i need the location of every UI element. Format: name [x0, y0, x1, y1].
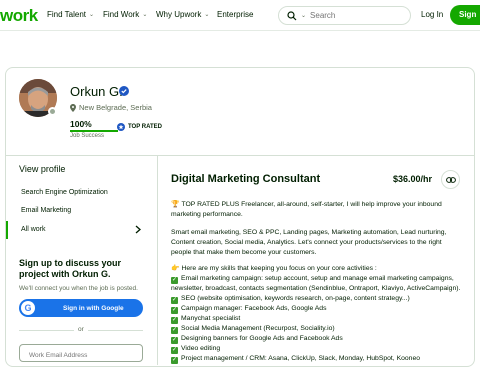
- skill-text: Designing banners for Google Ads and Fac…: [181, 335, 343, 342]
- search-input[interactable]: [310, 11, 401, 20]
- list-item: ✓ Manychat specialist: [171, 314, 461, 324]
- nav-why-upwork[interactable]: Why Upwork ⌄: [156, 10, 209, 19]
- skill-text: Campaign manager: Facebook Ads, Google A…: [181, 305, 327, 312]
- location: New Belgrade, Serbia: [70, 103, 152, 112]
- chevron-right-icon[interactable]: [135, 225, 141, 234]
- intro-text: TOP RATED PLUS Freelancer, all-around, s…: [171, 201, 442, 218]
- login-link[interactable]: Log In: [421, 10, 443, 19]
- chevron-down-icon: ⌄: [89, 12, 95, 18]
- list-item: ✓ Project management / CRM: Asana, ClickU…: [171, 354, 461, 364]
- check-icon: ✓: [171, 307, 178, 314]
- skill-text: Social Media Management (Recurpost, Soci…: [181, 325, 335, 332]
- check-icon: ✓: [171, 317, 178, 324]
- google-signin-label: Sign in with Google: [63, 304, 124, 312]
- location-text: New Belgrade, Serbia: [79, 103, 152, 112]
- check-icon: ✓: [171, 327, 178, 334]
- skill-text: Project management / CRM: Asana, ClickUp…: [181, 355, 421, 362]
- skills-intro-text: Here are my skills that keeping you focu…: [181, 265, 377, 272]
- check-icon: ✓: [171, 297, 178, 304]
- chevron-down-icon[interactable]: ⌄: [301, 12, 306, 19]
- divider: [88, 330, 143, 331]
- trophy-icon: 🏆: [171, 201, 180, 208]
- status-dot: [48, 107, 57, 116]
- google-signin-button[interactable]: G Sign in with Google: [19, 299, 143, 317]
- top-rated-label: TOP RATED: [128, 124, 163, 130]
- nav-label: Why Upwork: [156, 10, 202, 19]
- check-icon: ✓: [171, 277, 178, 284]
- signup-cta-subtitle: We'll connect you when the job is posted…: [19, 285, 138, 292]
- job-success-bar: [70, 130, 118, 132]
- link-icon: [445, 176, 456, 183]
- sidebar-item-all-work[interactable]: All work: [21, 226, 46, 233]
- job-success-percent: 100%: [70, 119, 92, 129]
- check-icon: ✓: [171, 357, 178, 364]
- skill-text: Video editing: [181, 345, 221, 352]
- check-icon: ✓: [171, 347, 178, 354]
- list-item: ✓ Social Media Management (Recurpost, Soc…: [171, 324, 461, 334]
- skill-text: Manychat specialist: [181, 315, 241, 322]
- job-success-fill: [70, 130, 118, 132]
- skills-intro: 👉 Here are my skills that keeping you foc…: [171, 264, 461, 274]
- google-icon: G: [21, 301, 35, 315]
- active-indicator: [6, 221, 8, 239]
- list-item: ✓ Video editing: [171, 344, 461, 354]
- sidebar-item-seo[interactable]: Search Engine Optimization: [21, 189, 108, 196]
- top-rated-icon: [117, 123, 125, 131]
- skill-text: Email marketing campaign: setup account,…: [171, 275, 461, 292]
- or-separator: or: [78, 326, 84, 333]
- divider: [19, 330, 74, 331]
- signup-cta-title: Sign up to discuss your project with Ork…: [19, 258, 122, 279]
- email-field[interactable]: [19, 344, 143, 362]
- list-item: ✓ Campaign manager: Facebook Ads, Google …: [171, 304, 461, 314]
- view-profile-heading: View profile: [19, 164, 66, 174]
- nav-find-work[interactable]: Find Work ⌄: [103, 10, 147, 19]
- chevron-down-icon: ⌄: [204, 12, 210, 18]
- intro-paragraph: 🏆 TOP RATED PLUS Freelancer, all-around, …: [171, 200, 461, 220]
- list-item: ✓ SEO (website optimisation, keywords res…: [171, 294, 461, 304]
- upwork-logo[interactable]: work: [0, 6, 38, 26]
- divider: [5, 155, 475, 156]
- list-item: ✓ Designing banners for Google Ads and Fa…: [171, 334, 461, 344]
- sidebar-item-email-marketing[interactable]: Email Marketing: [21, 207, 71, 214]
- nav-label: Enterprise: [217, 10, 254, 19]
- search-bar[interactable]: ⌄: [278, 6, 411, 25]
- search-icon: [287, 10, 297, 20]
- divider: [157, 155, 158, 365]
- list-item: ✓ Email marketing campaign: setup account…: [171, 274, 461, 294]
- pointing-hand-icon: 👉: [171, 265, 180, 272]
- nav-enterprise[interactable]: Enterprise: [217, 10, 253, 19]
- summary-paragraph: Smart email marketing, SEO & PPC, Landin…: [171, 229, 447, 256]
- nav-label: Find Talent: [47, 10, 86, 19]
- freelancer-name: Orkun G.: [70, 84, 123, 99]
- nav-label: Find Work: [103, 10, 140, 19]
- skill-text: SEO (website optimisation, keywords rese…: [181, 295, 410, 302]
- location-pin-icon: [70, 103, 76, 112]
- check-icon: ✓: [171, 337, 178, 344]
- copy-link-button[interactable]: [441, 170, 460, 189]
- chevron-down-icon: ⌄: [142, 12, 148, 18]
- nav-find-talent[interactable]: Find Talent ⌄: [47, 10, 94, 19]
- signup-button[interactable]: Sign: [450, 5, 480, 25]
- skills-list: ✓ Email marketing campaign: setup account…: [171, 274, 461, 364]
- job-success-label: Job Success: [70, 133, 105, 139]
- verified-badge-icon: [119, 86, 129, 96]
- profile-title: Digital Marketing Consultant: [171, 173, 321, 185]
- top-rated-badge: TOP RATED: [117, 123, 162, 131]
- hourly-rate: $36.00/hr: [393, 174, 433, 184]
- top-navbar: work Find Talent ⌄ Find Work ⌄ Why Upwork ⌄…: [0, 0, 480, 31]
